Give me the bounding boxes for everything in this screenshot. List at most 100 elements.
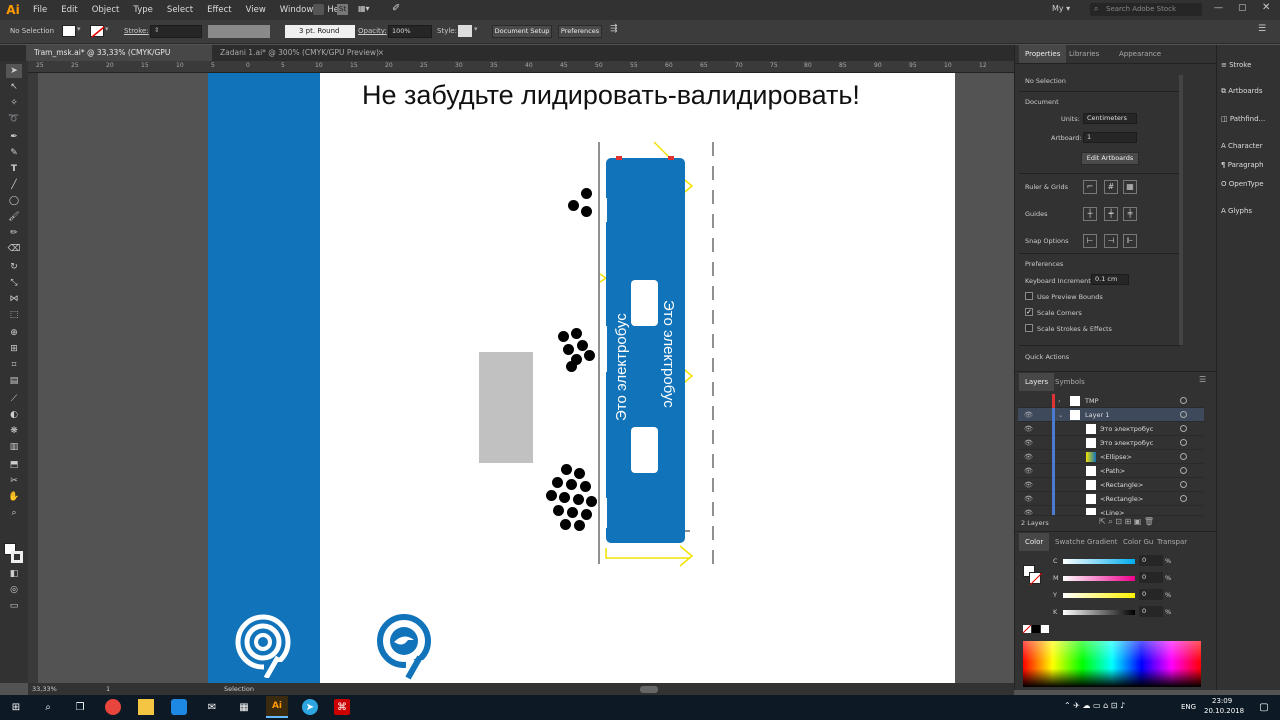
stock-icon[interactable]: St (337, 4, 348, 15)
close-window-icon[interactable]: ✕ (1262, 2, 1270, 13)
acrobat-icon[interactable]: ⌘ (334, 699, 350, 715)
zoom-tool-icon[interactable]: ⌕ (6, 506, 22, 520)
zoom-level[interactable]: 33,33% (32, 685, 57, 693)
brush-definition[interactable]: 3 pt. Round (285, 25, 355, 38)
passenger-dot[interactable] (546, 490, 557, 501)
target-icon[interactable] (1180, 425, 1187, 432)
lock-guides-icon[interactable]: ┿ (1104, 207, 1118, 221)
show-guides-icon[interactable]: ┼ (1083, 207, 1097, 221)
visibility-eye-icon[interactable]: 👁 (1024, 408, 1033, 422)
metro-logo-white[interactable] (234, 612, 294, 678)
passenger-dot[interactable] (552, 477, 563, 488)
mail-icon[interactable]: ✉ (204, 699, 220, 715)
tab-symbols[interactable]: Symbols (1049, 373, 1091, 391)
free-transform-tool-icon[interactable]: ⬚ (6, 308, 22, 322)
magenta-slider[interactable] (1063, 576, 1135, 581)
artboards-panel-button[interactable]: ⧉ Artboards (1221, 87, 1263, 96)
panel-menu-icon[interactable]: ☰ (1258, 24, 1266, 34)
passenger-dot[interactable] (558, 331, 569, 342)
arrange-documents-icon[interactable]: ▦▾ (358, 4, 370, 15)
color-stroke-swatch[interactable] (1029, 572, 1043, 586)
pencil-tool-icon[interactable]: ✏ (6, 226, 22, 240)
arrange-icon[interactable]: ⇶ (610, 24, 618, 34)
passenger-dot[interactable] (586, 496, 597, 507)
tab-tram-msk[interactable]: Tram_msk.ai* @ 33,33% (CMYK/GPU Preview)… (26, 45, 212, 73)
edit-artboards-button[interactable]: Edit Artboards (1081, 152, 1139, 165)
target-icon[interactable] (1180, 467, 1187, 474)
menu-view[interactable]: View (239, 5, 273, 15)
document-setup-button[interactable]: Document Setup (492, 25, 552, 38)
messenger-icon[interactable] (171, 699, 187, 715)
calculator-icon[interactable]: ▦ (236, 699, 252, 715)
passenger-dot[interactable] (560, 519, 571, 530)
tab-libraries[interactable]: Libraries (1063, 45, 1105, 63)
search-icon[interactable]: ⌕ (40, 699, 56, 715)
draw-mode-icon[interactable]: ◎ (6, 583, 22, 597)
yellow-value[interactable]: 0 (1139, 589, 1163, 600)
target-icon[interactable] (1180, 397, 1187, 404)
system-tray-icons[interactable]: ⌃ ✈ ☁ ▭ ⌂ ⊡ ♪ (1064, 701, 1125, 710)
passenger-dot[interactable] (584, 350, 595, 361)
style-dropdown-icon[interactable]: ▾ (474, 25, 478, 33)
yellow-slider[interactable] (1063, 593, 1135, 598)
transport-logo-blue[interactable] (374, 610, 436, 680)
variable-width-profile[interactable] (208, 25, 270, 38)
layer-row-item[interactable]: 👁 <Ellipse> (1018, 450, 1204, 464)
telegram-icon[interactable]: ➤ (302, 699, 318, 715)
file-explorer-icon[interactable] (138, 699, 154, 715)
layer-row-item[interactable]: 👁 Это электробус (1018, 436, 1204, 450)
opacity-field[interactable]: 100% (388, 25, 432, 38)
passenger-dot[interactable] (581, 509, 592, 520)
rotate-tool-icon[interactable]: ↻ (6, 260, 22, 274)
passenger-dot[interactable] (581, 188, 592, 199)
passenger-dot[interactable] (567, 507, 578, 518)
keyboard-increment-field[interactable]: 0.1 cm (1091, 274, 1129, 285)
layer-row-item[interactable]: 👁 <Rectangle> (1018, 492, 1204, 506)
chrome-icon[interactable] (105, 699, 121, 715)
target-icon[interactable] (1180, 411, 1187, 418)
slice-tool-icon[interactable]: ✂ (6, 474, 22, 488)
stroke-label[interactable]: Stroke: (124, 27, 149, 35)
blend-tool-icon[interactable]: ◐ (6, 408, 22, 422)
visibility-eye-icon[interactable]: 👁 (1024, 422, 1033, 436)
passenger-dot[interactable] (559, 492, 570, 503)
rulers-icon[interactable]: ⌐ (1083, 180, 1097, 194)
visibility-eye-icon[interactable]: 👁 (1024, 450, 1033, 464)
headline-text[interactable]: Не забудьте лидировать-валидировать! (362, 80, 860, 111)
preferences-button[interactable]: Preferences (558, 25, 602, 38)
eyedropper-tool-icon[interactable]: ⟋ (6, 392, 22, 406)
mesh-tool-icon[interactable]: ⌗ (6, 358, 22, 372)
pathfinder-panel-button[interactable]: ◫ Pathfind... (1221, 115, 1265, 123)
menu-edit[interactable]: Edit (54, 5, 84, 15)
gray-rectangle[interactable] (479, 352, 533, 463)
target-icon[interactable] (1180, 495, 1187, 502)
passenger-dot[interactable] (566, 361, 577, 372)
tab-appearance[interactable]: Appearance (1113, 45, 1167, 63)
visibility-eye-icon[interactable]: 👁 (1024, 492, 1033, 506)
clock-date[interactable]: 20.10.2018 (1204, 707, 1244, 715)
cyan-value[interactable]: 0 (1139, 555, 1163, 566)
line-tool-icon[interactable]: ╱ (6, 178, 22, 192)
brush-tool-icon[interactable]: ✐ (392, 3, 404, 15)
eraser-tool-icon[interactable]: ⌫ (6, 242, 22, 256)
magenta-value[interactable]: 0 (1139, 572, 1163, 583)
snap-to-pixel-icon[interactable]: ⊩ (1123, 234, 1137, 248)
fill-dropdown-icon[interactable]: ▾ (77, 25, 81, 33)
stroke-swatch[interactable] (90, 25, 105, 38)
width-tool-icon[interactable]: ⋈ (6, 292, 22, 306)
collapse-icon[interactable]: ⌄ (1058, 408, 1063, 422)
black-swatch[interactable] (1032, 625, 1040, 633)
passenger-dot[interactable] (566, 479, 577, 490)
fill-swatch[interactable] (62, 25, 76, 37)
menu-object[interactable]: Object (85, 5, 127, 15)
black-slider[interactable] (1063, 610, 1135, 615)
input-language[interactable]: ENG (1181, 703, 1196, 711)
passenger-dot[interactable] (574, 520, 585, 531)
visibility-eye-icon[interactable]: 👁 (1024, 478, 1033, 492)
white-swatch[interactable] (1041, 625, 1049, 633)
opentype-panel-button[interactable]: O OpenType (1221, 180, 1264, 188)
scale-corners-checkbox[interactable]: ✓ (1025, 308, 1033, 316)
glyphs-panel-button[interactable]: A Glyphs (1221, 207, 1252, 215)
bridge-icon[interactable] (313, 4, 324, 15)
shape-builder-tool-icon[interactable]: ⊕ (6, 326, 22, 340)
